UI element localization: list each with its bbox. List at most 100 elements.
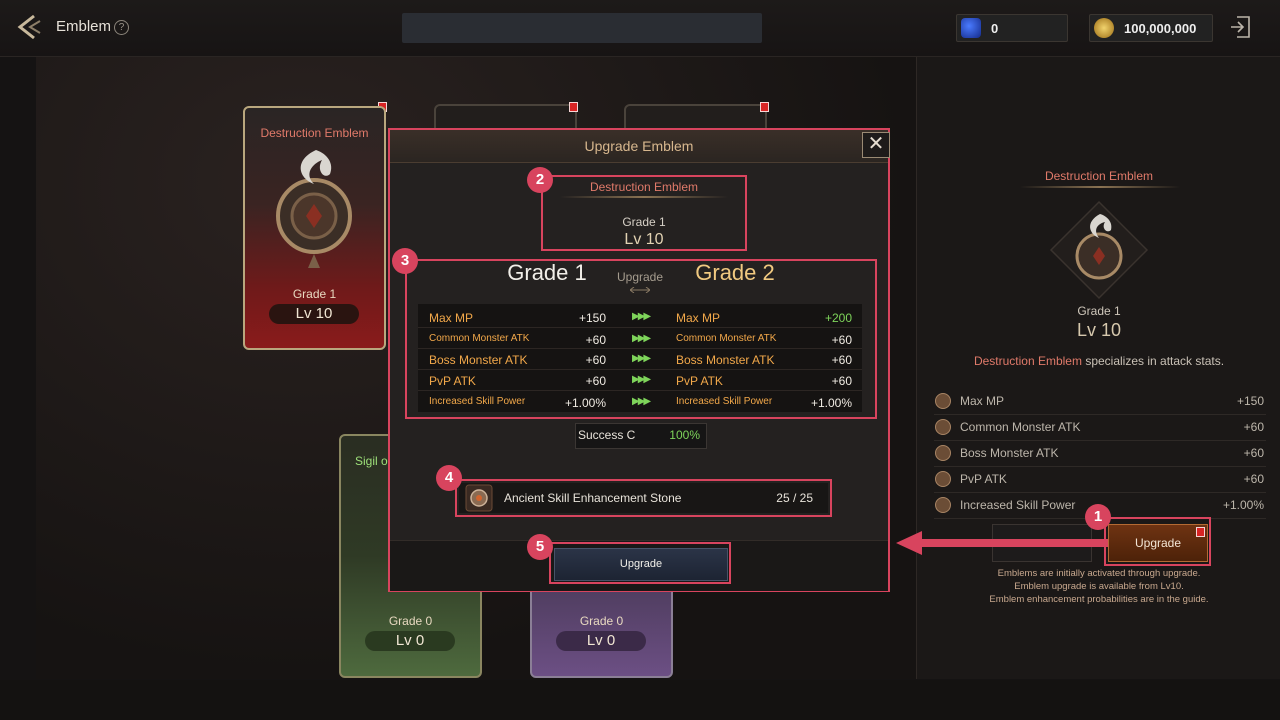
stat-value: +60	[1243, 472, 1264, 486]
card-grade: Grade 0	[388, 614, 433, 628]
back-arrow-icon[interactable]	[14, 12, 46, 42]
divider	[1020, 186, 1180, 188]
exit-icon[interactable]	[1228, 14, 1252, 40]
dialog-title: Upgrade Emblem	[584, 138, 694, 154]
stat-next: +200	[824, 311, 852, 325]
arrow-icon: ▶▶▶	[632, 311, 651, 322]
stat-name: Increased Skill Power	[676, 396, 773, 407]
stat-current: +60	[585, 353, 606, 367]
stat-icon	[935, 419, 951, 435]
table-row: Boss Monster ATK +60 ▶▶▶ Boss Monster AT…	[418, 348, 862, 370]
stat-value: +1.00%	[1222, 498, 1264, 512]
stat-value: +60	[1243, 420, 1264, 434]
dialog-grade: Grade 1	[622, 215, 666, 229]
stat-name: PvP ATK	[676, 374, 723, 388]
stat-name: Max MP	[960, 394, 1005, 408]
material-count: 25 / 25	[776, 491, 813, 505]
alert-icon	[569, 102, 578, 112]
stat-name: PvP ATK	[429, 374, 476, 388]
card-grade: Grade 0	[579, 614, 624, 628]
note-line: Emblems are initially activated through …	[997, 568, 1201, 579]
detail-level: Lv 10	[1076, 320, 1122, 340]
stat-name: Increased Skill Power	[960, 498, 1076, 512]
gold-count: 100,000,000	[1124, 21, 1197, 36]
callout-badge-4: 4	[436, 465, 462, 491]
stat-icon	[935, 445, 951, 461]
alert-icon	[760, 102, 769, 112]
stat-name: Common Monster ATK	[676, 333, 777, 344]
dialog-emblem-name: Destruction Emblem	[589, 180, 699, 194]
arrow-icon: ▶▶▶	[632, 374, 651, 385]
stat-name: Common Monster ATK	[960, 420, 1081, 434]
detail-stat-row: PvP ATK +60	[934, 467, 1266, 493]
description-text: specializes in attack stats.	[1081, 354, 1225, 368]
note-line: Emblem upgrade is available from Lv10.	[1014, 581, 1184, 592]
stat-current: +60	[585, 374, 606, 388]
callout-badge-5: 5	[527, 534, 553, 560]
stat-current: +1.00%	[564, 396, 606, 410]
stat-next: +60	[831, 374, 852, 388]
stone-icon	[465, 484, 493, 512]
stat-value: +150	[1236, 394, 1264, 408]
arrow-icon: ▶▶▶	[632, 353, 651, 364]
gold-currency: 100,000,000	[1089, 14, 1213, 42]
detail-stat-row: Common Monster ATK +60	[934, 415, 1266, 441]
stat-icon	[935, 393, 951, 409]
highlight-box-1	[1104, 517, 1211, 566]
stat-comparison-table: Max MP +150 ▶▶▶ Max MP +200 Common Monst…	[418, 304, 862, 412]
card-level: Lv 10	[269, 304, 359, 324]
callout-badge-3: 3	[392, 248, 418, 274]
double-arrow-icon	[630, 287, 650, 293]
stat-icon	[935, 471, 951, 487]
current-grade: Grade 1	[507, 260, 587, 285]
top-search-bar[interactable]	[402, 13, 762, 43]
card-level: Lv 0	[556, 631, 646, 651]
card-title: Destruction Emblem	[260, 126, 369, 140]
arrow-icon: ▶▶▶	[632, 333, 651, 344]
stat-name: Common Monster ATK	[429, 333, 530, 344]
note-line: Emblem enhancement probabilities are in …	[989, 594, 1209, 605]
confirm-upgrade-button[interactable]: Upgrade	[554, 548, 728, 581]
table-row: Increased Skill Power +1.00% ▶▶▶ Increas…	[418, 390, 862, 411]
table-row: PvP ATK +60 ▶▶▶ PvP ATK +60	[418, 369, 862, 391]
stat-name: Max MP	[676, 311, 721, 325]
help-icon[interactable]: ?	[114, 20, 129, 35]
destruction-emblem-icon	[276, 150, 352, 268]
gem-count: 0	[991, 21, 999, 36]
stat-value: +60	[1243, 446, 1264, 460]
detail-emblem-name: Destruction Emblem	[1044, 169, 1154, 183]
gold-coin-icon	[1094, 18, 1114, 38]
bottom-strip	[0, 680, 1280, 720]
material-name: Ancient Skill Enhancement Stone	[504, 491, 682, 505]
next-grade: Grade 2	[695, 260, 775, 285]
table-row: Max MP +150 ▶▶▶ Max MP +200	[418, 306, 862, 328]
stat-next: +60	[831, 353, 852, 367]
detail-description: Destruction Emblem specializes in attack…	[940, 354, 1258, 368]
dialog-level: Lv 10	[624, 231, 664, 248]
success-chance-label: Success C	[578, 428, 636, 442]
callout-badge-1: 1	[1085, 504, 1111, 530]
upgrade-label: Upgrade	[616, 270, 664, 284]
description-highlight: Destruction Emblem	[973, 354, 1082, 368]
stat-next: +1.00%	[810, 396, 852, 410]
detail-grade: Grade 1	[1077, 304, 1121, 318]
card-grade: Grade 1	[292, 287, 337, 301]
upgrade-notes: Emblems are initially activated through …	[940, 567, 1258, 606]
stat-current: +60	[585, 333, 606, 347]
divider	[560, 196, 728, 198]
emblem-card-destruction[interactable]: Destruction Emblem Grade 1 Lv 10	[243, 106, 386, 350]
stat-name: PvP ATK	[960, 472, 1007, 486]
close-icon[interactable]: ✕	[862, 132, 890, 158]
stat-next: +60	[831, 333, 852, 347]
card-level: Lv 0	[365, 631, 455, 651]
destruction-emblem-icon	[1049, 200, 1149, 300]
stat-name: Max MP	[429, 311, 474, 325]
table-row: Common Monster ATK +60 ▶▶▶ Common Monste…	[418, 327, 862, 349]
arrow-icon: ▶▶▶	[632, 396, 651, 407]
stat-name: Boss Monster ATK	[429, 353, 528, 367]
callout-badge-2: 2	[527, 167, 553, 193]
blue-gem-icon	[961, 18, 981, 38]
stat-name: Increased Skill Power	[429, 396, 526, 407]
gem-currency: 0	[956, 14, 1068, 42]
page-title: Emblem	[56, 18, 112, 35]
